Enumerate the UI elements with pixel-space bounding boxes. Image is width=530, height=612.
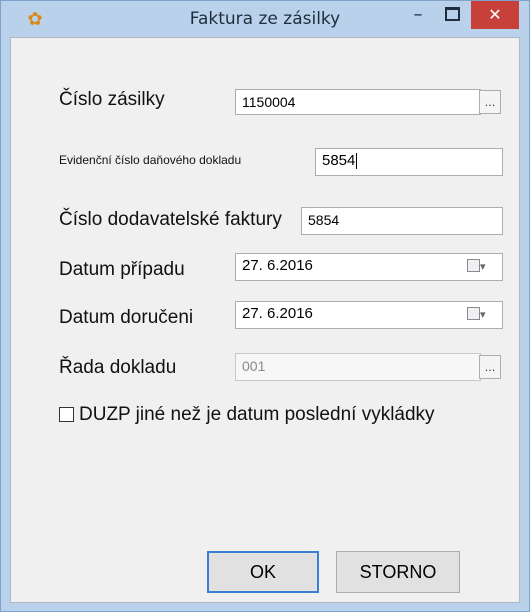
dialog-window: ✿ Faktura ze zásilky – ✕ Číslo zásilky 1… bbox=[0, 0, 530, 612]
duzp-checkbox-label[interactable]: DUZP jiné než je datum poslední vykládky bbox=[79, 404, 435, 426]
title-bar[interactable]: ✿ Faktura ze zásilky – ✕ bbox=[1, 1, 529, 37]
cislo-zasilky-label: Číslo zásilky bbox=[59, 89, 165, 110]
minimize-button[interactable]: – bbox=[401, 1, 435, 29]
datum-pripadu-input[interactable]: 27. 6.2016 bbox=[235, 253, 503, 281]
datum-doruceni-picker-button[interactable]: ▾ bbox=[467, 303, 493, 327]
close-icon: ✕ bbox=[488, 5, 502, 24]
maximize-button[interactable] bbox=[435, 1, 469, 29]
evidencni-cislo-label: Evidenční číslo daňového dokladu bbox=[59, 153, 242, 167]
datum-pripadu-picker-button[interactable]: ▾ bbox=[467, 255, 493, 279]
text-cursor bbox=[356, 153, 358, 170]
duzp-checkbox[interactable] bbox=[59, 407, 74, 422]
minimize-icon: – bbox=[413, 4, 423, 25]
datum-doruceni-input[interactable]: 27. 6.2016 bbox=[235, 301, 503, 329]
datum-pripadu-label: Datum případu bbox=[59, 259, 185, 280]
datum-doruceni-label: Datum doručeni bbox=[59, 307, 194, 328]
calendar-icon bbox=[467, 307, 480, 320]
cislo-zasilky-browse-button[interactable]: ... bbox=[479, 90, 501, 114]
calendar-icon bbox=[467, 259, 480, 272]
cislo-zasilky-input[interactable]: 1150004 bbox=[235, 89, 481, 115]
maximize-icon bbox=[444, 6, 460, 21]
rada-dokladu-input: 001 bbox=[235, 353, 481, 381]
chevron-down-icon: ▾ bbox=[480, 260, 486, 273]
chevron-down-icon: ▾ bbox=[480, 308, 486, 321]
evidencni-cislo-input[interactable]: 5854 bbox=[315, 148, 503, 176]
rada-dokladu-browse-button[interactable]: ... bbox=[479, 355, 501, 379]
evidencni-cislo-value: 5854 bbox=[322, 152, 356, 169]
close-button[interactable]: ✕ bbox=[471, 1, 519, 29]
cislo-dodavatelske-input[interactable]: 5854 bbox=[301, 207, 503, 235]
cislo-dodavatelske-label: Číslo dodavatelské faktury bbox=[59, 209, 282, 230]
storno-button[interactable]: STORNO bbox=[336, 551, 460, 593]
rada-dokladu-label: Řada dokladu bbox=[59, 357, 177, 378]
ok-button[interactable]: OK bbox=[207, 551, 319, 593]
